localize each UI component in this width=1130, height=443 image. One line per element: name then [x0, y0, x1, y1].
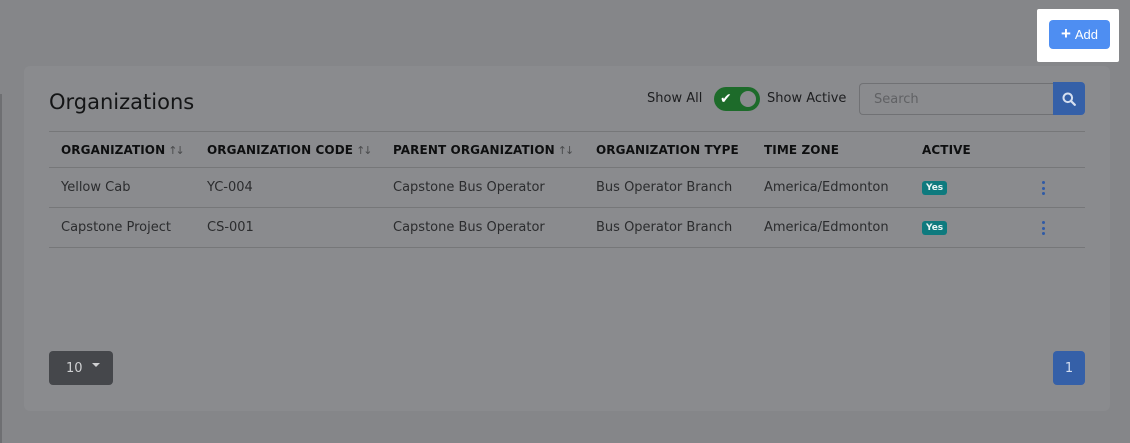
cell-parent-organization: Capstone Bus Operator: [393, 220, 545, 235]
left-panel-edge: [0, 94, 2, 443]
column-header-organization-type: ORGANIZATION TYPE: [596, 143, 739, 157]
search-input[interactable]: [859, 83, 1055, 115]
cell-organization-type: Bus Operator Branch: [596, 180, 733, 195]
add-button[interactable]: + Add: [1049, 20, 1110, 49]
add-button-label: Add: [1074, 27, 1099, 42]
page-title: Organizations: [49, 90, 195, 114]
active-status-badge: Yes: [922, 181, 948, 195]
show-active-toggle[interactable]: ✔: [714, 87, 760, 111]
cell-organization-code: YC-004: [207, 180, 253, 195]
active-status-badge: Yes: [922, 221, 948, 235]
search-icon: [1062, 92, 1076, 106]
plus-icon: +: [1060, 24, 1071, 43]
page-size-dropdown[interactable]: 10: [49, 351, 113, 385]
page-size-value: 10: [66, 360, 83, 376]
cell-organization-code: CS-001: [207, 220, 254, 235]
sort-icon: ↑↓: [356, 144, 373, 157]
column-header-organization[interactable]: ORGANIZATION ↑↓: [61, 143, 185, 157]
show-all-label: Show All: [647, 91, 703, 106]
table-row[interactable]: Capstone Project CS-001 Capstone Bus Ope…: [49, 208, 1085, 248]
cell-time-zone: America/Edmonton: [764, 180, 889, 195]
row-actions-kebab-icon[interactable]: [1039, 220, 1047, 236]
cell-time-zone: America/Edmonton: [764, 220, 889, 235]
cell-organization: Capstone Project: [61, 220, 171, 235]
toggle-knob: [738, 89, 758, 109]
cell-parent-organization: Capstone Bus Operator: [393, 180, 545, 195]
cell-organization: Yellow Cab: [61, 180, 131, 195]
show-active-label: Show Active: [767, 91, 847, 106]
current-page-number: 1: [1064, 360, 1074, 376]
check-icon: ✔: [720, 91, 732, 107]
sort-icon: ↑↓: [557, 144, 575, 157]
column-header-active: ACTIVE: [922, 143, 971, 157]
column-header-time-zone: TIME ZONE: [764, 143, 840, 157]
caret-down-icon: [91, 363, 100, 367]
column-header-parent-organization[interactable]: PARENT ORGANIZATION ↑↓: [393, 143, 575, 157]
row-actions-kebab-icon[interactable]: [1039, 180, 1047, 196]
search-button[interactable]: [1053, 82, 1085, 115]
pagination-page-button[interactable]: 1: [1053, 351, 1085, 385]
sort-icon: ↑↓: [168, 144, 185, 157]
cell-organization-type: Bus Operator Branch: [596, 220, 733, 235]
column-header-organization-code[interactable]: ORGANIZATION CODE ↑↓: [207, 143, 373, 157]
table-header: ORGANIZATION ↑↓ ORGANIZATION CODE ↑↓ PAREN…: [49, 131, 1085, 168]
table-row[interactable]: Yellow Cab YC-004 Capstone Bus Operator …: [49, 168, 1085, 208]
